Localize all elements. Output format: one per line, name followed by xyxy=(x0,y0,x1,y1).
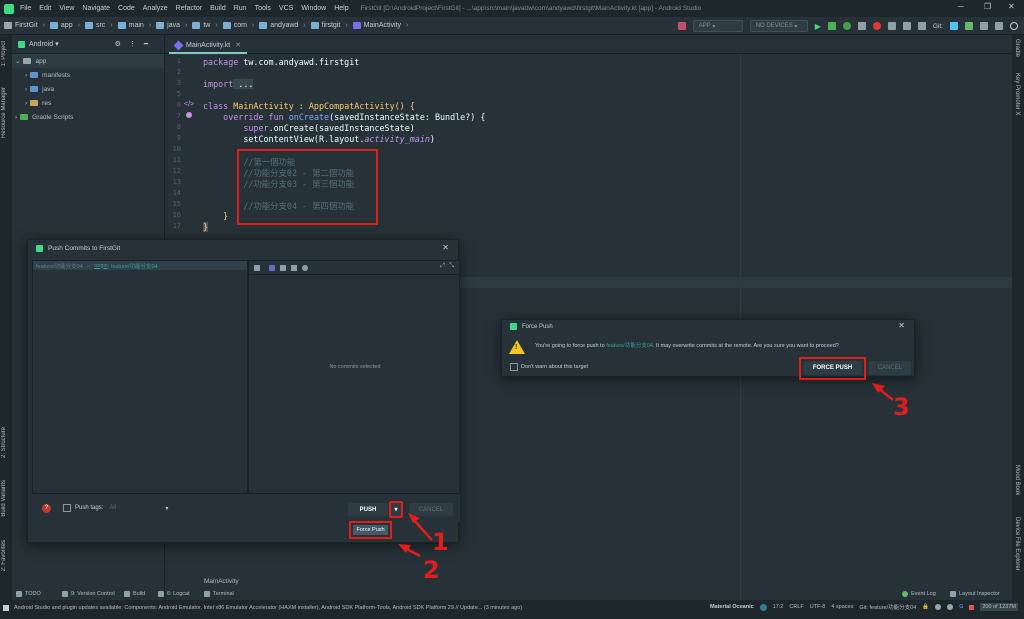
tool-build[interactable]: Build xyxy=(124,587,145,600)
theme-icon xyxy=(759,603,767,611)
google-icon[interactable]: G xyxy=(959,604,963,610)
build-icon xyxy=(124,590,130,597)
notification-icon[interactable] xyxy=(947,604,954,610)
logcat-icon xyxy=(158,590,164,597)
status-message[interactable]: Android Studio and plugin updates availa… xyxy=(14,605,522,611)
git-branch[interactable]: Git: feature/功能分支04 xyxy=(859,603,916,611)
event-log-icon xyxy=(902,590,908,597)
vcs-icon xyxy=(62,590,68,597)
record-icon[interactable] xyxy=(969,604,975,610)
indent-setting[interactable]: 4 spaces xyxy=(831,604,853,610)
arrow-2-head xyxy=(398,544,411,553)
line-separator[interactable]: CRLF xyxy=(789,604,803,610)
face-icon[interactable] xyxy=(935,604,942,610)
annotation-number-1: 1 xyxy=(432,528,449,556)
terminal-icon xyxy=(204,590,210,597)
annotation-number-3: 3 xyxy=(893,393,910,421)
theme-label[interactable]: Material Oceanic xyxy=(710,604,754,610)
annotation-arrows xyxy=(398,383,894,558)
cursor-position[interactable]: 17:2 xyxy=(773,604,784,610)
annotation-number-2: 2 xyxy=(423,556,440,584)
lock-icon[interactable]: 🔒 xyxy=(922,604,929,610)
arrow-1-head xyxy=(408,513,420,523)
file-encoding[interactable]: UTF-8 xyxy=(810,604,826,610)
tool-todo[interactable]: TODO xyxy=(16,587,41,600)
memory-indicator[interactable]: 200 of 1237M xyxy=(980,603,1018,611)
layout-inspector-icon xyxy=(950,590,956,597)
status-right: Material Oceanic 17:2 CRLF UTF-8 4 space… xyxy=(710,603,1018,611)
status-bar: Android Studio and plugin updates availa… xyxy=(0,600,1024,619)
tool-terminal[interactable]: Terminal xyxy=(204,587,234,600)
tool-version-control[interactable]: 9: Version Control xyxy=(62,587,115,600)
tool-logcat[interactable]: 6: Logcat xyxy=(158,587,190,600)
status-toggle-icon[interactable] xyxy=(3,605,9,611)
tool-layout-inspector[interactable]: Layout Inspector xyxy=(950,587,1000,600)
tool-event-log[interactable]: Event Log xyxy=(902,587,936,600)
todo-icon xyxy=(16,590,22,597)
